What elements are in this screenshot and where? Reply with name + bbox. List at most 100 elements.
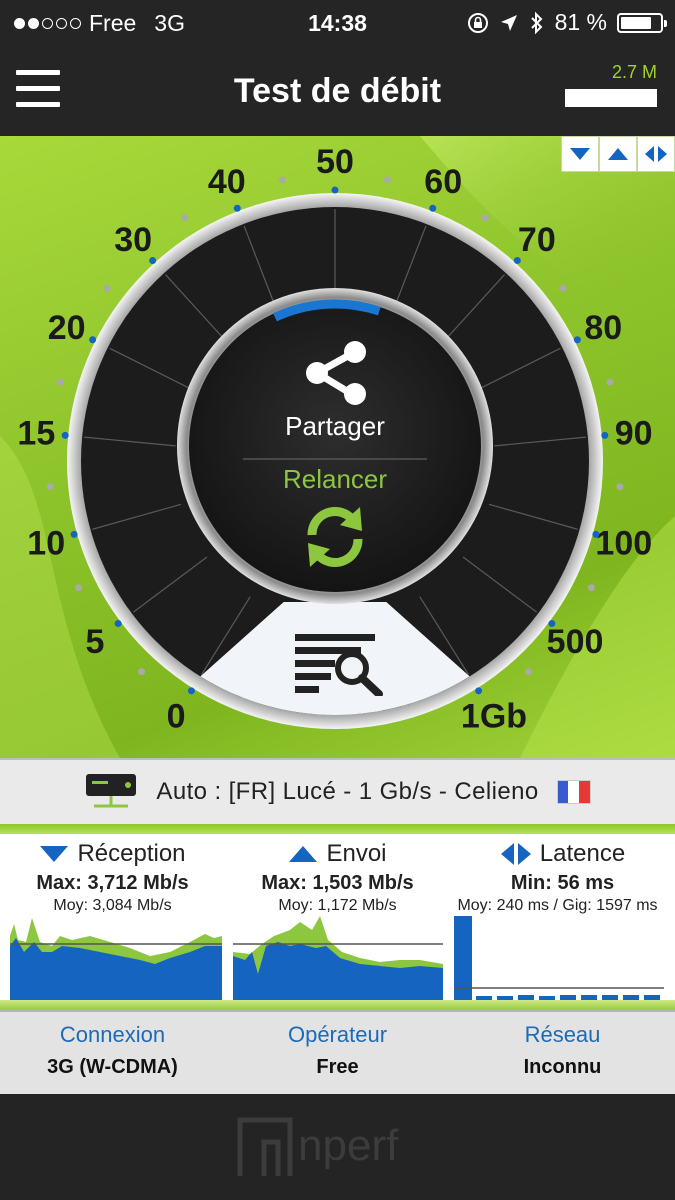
upload-header: Envoi bbox=[225, 838, 450, 870]
triangle-down-icon bbox=[570, 148, 590, 160]
gauge-scale-label: 1Gb bbox=[461, 697, 527, 735]
gauge-minor-dot bbox=[103, 284, 111, 292]
view-upload-button[interactable] bbox=[599, 136, 637, 172]
arrows-left-right-icon bbox=[645, 146, 667, 162]
operator-info-col: Opérateur Free bbox=[225, 1022, 450, 1079]
restart-label: Relancer bbox=[282, 464, 388, 494]
connection-info-col: Connexion 3G (W-CDMA) bbox=[0, 1022, 225, 1079]
nperf-logo: nperf bbox=[237, 1117, 399, 1176]
view-download-button[interactable] bbox=[561, 136, 599, 172]
app-header: Test de débit 2.7 M bbox=[0, 46, 675, 136]
gauge-minor-dot bbox=[46, 483, 54, 491]
gauge-minor-dot bbox=[587, 584, 595, 592]
gauge-minor-dot bbox=[138, 668, 146, 676]
latency-header: Latence bbox=[450, 838, 675, 870]
gauge-scale-label: 90 bbox=[615, 415, 653, 453]
arrows-left-right-icon bbox=[500, 843, 531, 865]
gauge-tick bbox=[149, 257, 157, 265]
details-search-icon bbox=[295, 634, 383, 698]
gauge-tick bbox=[61, 431, 69, 439]
share-button[interactable]: Partager bbox=[255, 336, 415, 446]
view-latency-button[interactable] bbox=[637, 136, 675, 172]
gauge-scale-label: 40 bbox=[208, 163, 246, 201]
gauge-minor-dot bbox=[181, 214, 189, 222]
gauge-tick bbox=[573, 336, 581, 344]
gauge-minor-dot bbox=[383, 176, 391, 184]
gauge-scale-label: 10 bbox=[27, 524, 65, 562]
battery-percent: 81 % bbox=[554, 9, 607, 35]
gauge-tick bbox=[187, 687, 195, 695]
connection-value: 3G (W-CDMA) bbox=[47, 1056, 178, 1078]
latency-label: Latence bbox=[539, 840, 626, 867]
connection-label: Connexion bbox=[59, 1022, 166, 1047]
gauge-scale-label: 20 bbox=[48, 309, 86, 347]
gauge-tick bbox=[114, 620, 122, 628]
gauge-tick bbox=[331, 186, 339, 194]
gauge-minor-dot bbox=[616, 483, 624, 491]
status-bar: Free 3G 14:38 81 % bbox=[0, 0, 675, 46]
download-header: Réception bbox=[0, 838, 225, 870]
gauge-scale-label: 500 bbox=[547, 623, 604, 661]
download-max: Max: 3,712 Mb/s bbox=[36, 872, 189, 894]
gauge-scale-label: 80 bbox=[584, 309, 622, 347]
upload-graph bbox=[233, 916, 443, 1002]
gauge-minor-dot bbox=[524, 668, 532, 676]
history-graphs bbox=[10, 916, 664, 1002]
gauge-scale-label: 0 bbox=[167, 697, 186, 735]
network-label: Réseau bbox=[524, 1022, 601, 1047]
svg-text:nperf: nperf bbox=[298, 1121, 399, 1170]
gauge-scale-label: 70 bbox=[518, 221, 556, 259]
upload-stats: Envoi Max: 1,503 Mb/s Moy: 1,172 Mb/s bbox=[225, 834, 450, 915]
download-label: Réception bbox=[77, 840, 186, 867]
gauge-tick bbox=[601, 431, 609, 439]
divider bbox=[0, 824, 675, 834]
live-speed-bar bbox=[565, 89, 657, 107]
battery-icon bbox=[617, 12, 667, 33]
latency-stats: Latence Min: 56 ms Moy: 240 ms / Gig: 15… bbox=[450, 834, 675, 915]
gauge-minor-dot bbox=[606, 378, 614, 386]
speed-gauge-panel: 0 5 10 15 20 30 40 50 60 70 80 90 100 500 1Gb Partager… bbox=[0, 136, 675, 758]
orientation-lock-icon bbox=[467, 12, 488, 33]
gauge-scale-label: 60 bbox=[424, 163, 462, 201]
triangle-up-icon bbox=[289, 846, 318, 862]
gauge-tick bbox=[513, 257, 521, 265]
gauge-scale-label: 30 bbox=[114, 221, 152, 259]
connection-info: Connexion 3G (W-CDMA) Opérateur Free Rés… bbox=[0, 1010, 675, 1094]
server-selector[interactable]: Auto : [FR] Lucé - 1 Gb/s - Celieno bbox=[0, 758, 675, 824]
download-graph bbox=[10, 918, 222, 1002]
network-value: Inconnu bbox=[523, 1056, 602, 1078]
live-speed-indicator: 2.7 M bbox=[565, 62, 659, 107]
triangle-down-icon bbox=[40, 846, 69, 862]
upload-label: Envoi bbox=[326, 840, 387, 867]
refresh-icon bbox=[307, 507, 363, 567]
gauge-minor-dot bbox=[481, 214, 489, 222]
share-label: Partager bbox=[285, 411, 385, 441]
restart-button[interactable]: Relancer bbox=[255, 464, 415, 579]
gauge-minor-dot bbox=[56, 378, 64, 386]
gauge-tick bbox=[233, 204, 241, 212]
gauge-scale-label: 50 bbox=[316, 143, 354, 181]
results-panel: Réception Max: 3,712 Mb/s Moy: 3,084 Mb/… bbox=[0, 834, 675, 1010]
download-stats: Réception Max: 3,712 Mb/s Moy: 3,084 Mb/… bbox=[0, 834, 225, 915]
details-button[interactable] bbox=[285, 626, 395, 706]
gauge-tick bbox=[548, 620, 556, 628]
server-icon bbox=[86, 774, 137, 808]
gauge-minor-dot bbox=[279, 176, 287, 184]
network-info-col: Réseau Inconnu bbox=[450, 1022, 675, 1079]
gauge-minor-dot bbox=[75, 584, 83, 592]
triangle-up-icon bbox=[608, 148, 628, 160]
operator-value: Free bbox=[316, 1056, 359, 1078]
gauge-tick bbox=[429, 204, 437, 212]
gauge-scale-label: 100 bbox=[595, 524, 652, 562]
bluetooth-icon bbox=[530, 11, 542, 34]
status-right: 81 % bbox=[467, 9, 667, 36]
share-icon bbox=[306, 341, 366, 405]
operator-label: Opérateur bbox=[287, 1022, 388, 1047]
upload-max: Max: 1,503 Mb/s bbox=[261, 872, 414, 894]
gauge-minor-dot bbox=[559, 284, 567, 292]
gauge-scale-label: 15 bbox=[17, 415, 55, 453]
flag-fr-icon bbox=[556, 780, 591, 804]
latency-min: Min: 56 ms bbox=[510, 872, 615, 894]
gauge-scale-label: 5 bbox=[85, 623, 104, 661]
gauge-tick bbox=[592, 530, 600, 538]
